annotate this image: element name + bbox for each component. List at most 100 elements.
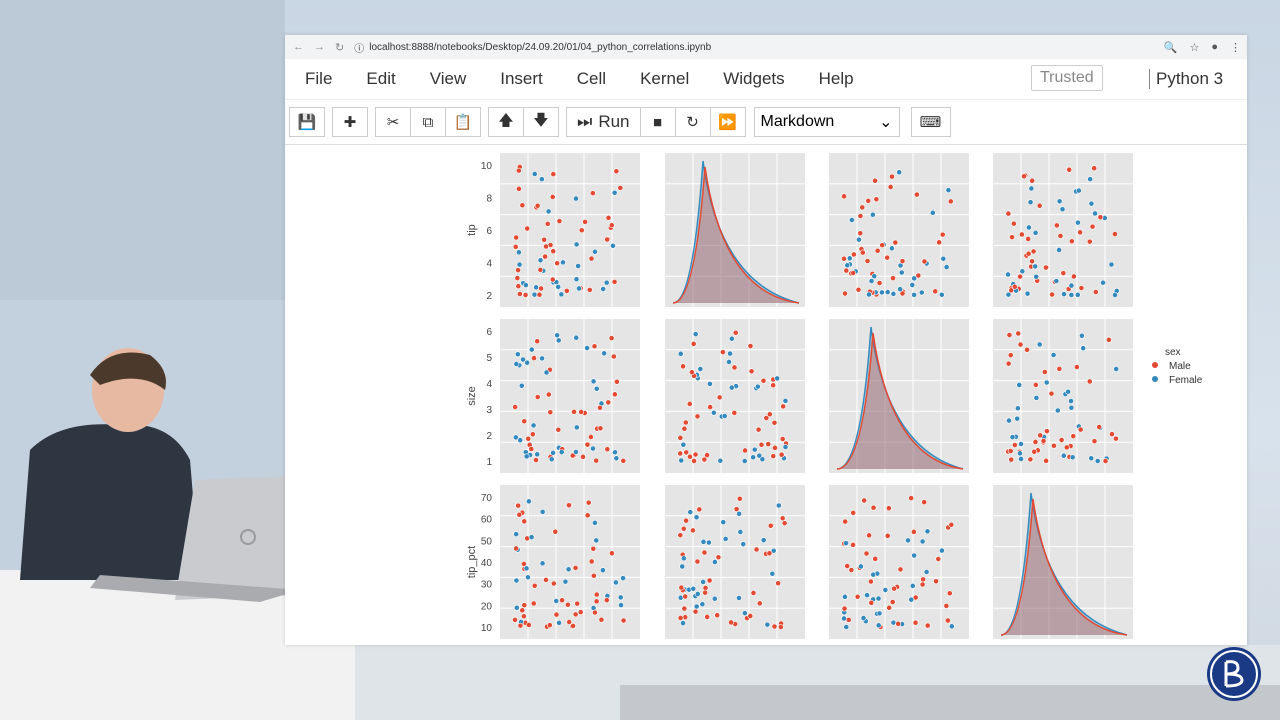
subplot-panel bbox=[500, 485, 640, 639]
url-text[interactable]: localhost:8888/notebooks/Desktop/24.09.2… bbox=[369, 42, 711, 53]
data-point bbox=[677, 450, 684, 457]
data-point bbox=[781, 520, 788, 527]
data-point bbox=[909, 282, 916, 288]
save-button[interactable]: 💾 bbox=[289, 107, 325, 137]
data-point bbox=[702, 589, 709, 596]
interrupt-button[interactable]: ■ bbox=[639, 107, 676, 137]
data-point bbox=[531, 355, 537, 362]
profile-icon[interactable]: ● bbox=[1211, 41, 1218, 54]
data-point bbox=[677, 350, 684, 357]
data-point bbox=[1006, 332, 1013, 338]
data-point bbox=[699, 601, 706, 608]
data-point bbox=[524, 359, 531, 366]
data-point bbox=[603, 279, 610, 286]
data-point bbox=[872, 177, 878, 184]
data-point bbox=[905, 537, 911, 544]
zoom-icon[interactable]: 🔍 bbox=[1164, 41, 1178, 54]
data-point bbox=[872, 555, 879, 562]
data-point bbox=[766, 550, 773, 557]
data-point bbox=[774, 375, 781, 382]
data-point bbox=[1041, 369, 1048, 375]
menu-insert[interactable]: Insert bbox=[500, 69, 543, 89]
move-up-button[interactable]: 🡅 bbox=[488, 107, 524, 137]
data-point bbox=[764, 621, 771, 628]
data-point bbox=[1011, 442, 1018, 448]
data-point bbox=[769, 570, 776, 577]
cut-button[interactable]: ✂ bbox=[375, 107, 411, 137]
data-point bbox=[513, 604, 520, 611]
forward-icon[interactable]: → bbox=[314, 41, 325, 53]
data-point bbox=[611, 189, 618, 196]
cell-type-select[interactable]: Markdown ⌄ bbox=[753, 107, 900, 137]
step-icon: ⏭ bbox=[577, 112, 593, 131]
data-point bbox=[911, 552, 918, 559]
copy-button[interactable]: ⧉ bbox=[410, 107, 446, 137]
info-icon[interactable]: ⓘ bbox=[354, 40, 364, 55]
data-point bbox=[1054, 407, 1061, 414]
more-icon[interactable]: ⋮ bbox=[1230, 41, 1241, 54]
data-point bbox=[924, 622, 931, 629]
data-point bbox=[846, 255, 853, 262]
data-point bbox=[911, 275, 918, 282]
data-point bbox=[704, 614, 711, 620]
data-point bbox=[755, 426, 762, 433]
data-point bbox=[513, 577, 520, 584]
data-point bbox=[913, 191, 920, 198]
data-point bbox=[920, 576, 927, 583]
data-point bbox=[753, 546, 760, 553]
data-point bbox=[555, 426, 562, 433]
menu-kernel[interactable]: Kernel bbox=[640, 69, 689, 89]
data-point bbox=[1030, 248, 1037, 255]
data-point bbox=[1049, 291, 1055, 298]
data-point bbox=[1007, 448, 1014, 454]
restart-button[interactable]: ↻ bbox=[674, 107, 711, 137]
data-point bbox=[573, 241, 580, 248]
insert-cell-button[interactable]: ✚ bbox=[332, 107, 368, 137]
data-point bbox=[1091, 165, 1098, 172]
data-point bbox=[1025, 236, 1032, 242]
data-point bbox=[1033, 394, 1040, 401]
menu-help[interactable]: Help bbox=[819, 69, 854, 89]
data-point bbox=[1059, 206, 1066, 213]
data-point bbox=[700, 579, 707, 585]
data-point bbox=[560, 259, 566, 266]
data-point bbox=[865, 198, 872, 204]
data-point bbox=[1032, 382, 1039, 388]
data-point bbox=[707, 381, 713, 387]
data-point bbox=[741, 458, 748, 464]
data-point bbox=[1006, 417, 1012, 424]
menu-cell[interactable]: Cell bbox=[577, 69, 606, 89]
data-point bbox=[590, 378, 597, 385]
data-point bbox=[584, 441, 591, 448]
data-point bbox=[558, 291, 565, 298]
data-point bbox=[898, 269, 905, 276]
run-button[interactable]: ⏭ Run bbox=[566, 107, 641, 137]
menu-file[interactable]: File bbox=[305, 69, 332, 89]
data-point bbox=[597, 425, 604, 432]
data-point bbox=[771, 419, 778, 426]
data-point bbox=[908, 596, 915, 603]
data-point bbox=[681, 605, 688, 612]
command-palette-button[interactable]: ⌨ bbox=[910, 107, 951, 137]
restart-run-all-button[interactable]: ⏩ bbox=[709, 107, 746, 137]
bookmark-icon[interactable]: ☆ bbox=[1189, 41, 1199, 54]
data-point bbox=[751, 446, 758, 453]
move-down-button[interactable]: 🡇 bbox=[523, 107, 559, 137]
back-icon[interactable]: ← bbox=[293, 41, 304, 53]
reload-icon[interactable]: ↻ bbox=[335, 41, 344, 54]
data-point bbox=[680, 441, 687, 448]
data-point bbox=[870, 504, 877, 511]
menu-view[interactable]: View bbox=[430, 69, 467, 89]
data-point bbox=[908, 495, 915, 501]
data-point bbox=[756, 600, 763, 607]
trusted-badge[interactable]: Trusted bbox=[1031, 65, 1103, 91]
data-point bbox=[680, 555, 687, 562]
data-point bbox=[1056, 247, 1062, 253]
data-point bbox=[766, 411, 773, 418]
menu-widgets[interactable]: Widgets bbox=[723, 69, 784, 89]
data-point bbox=[1032, 439, 1039, 445]
paste-button[interactable]: 📋 bbox=[445, 107, 481, 137]
menu-edit[interactable]: Edit bbox=[366, 69, 395, 89]
data-point bbox=[1043, 379, 1050, 386]
kernel-name: Python 3 bbox=[1149, 69, 1223, 89]
